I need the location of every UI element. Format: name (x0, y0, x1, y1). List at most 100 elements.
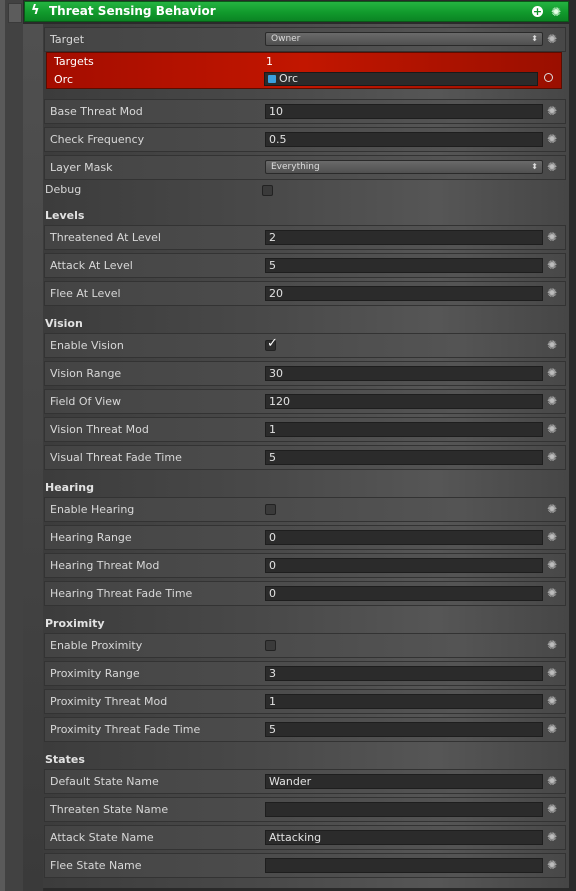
flee-state-label: Flee State Name (50, 859, 142, 872)
gear-icon[interactable]: ✺ (547, 394, 557, 408)
layer-mask-dropdown[interactable]: Everything ⬍ (265, 160, 543, 174)
gear-icon[interactable]: ✺ (547, 104, 557, 118)
field-of-view-row: Field Of View 120 ✺ (44, 389, 566, 414)
layer-mask-value: Everything (271, 162, 320, 172)
threatened-field[interactable]: 2 (265, 230, 543, 245)
gear-icon[interactable]: ✺ (547, 802, 557, 816)
gear-icon[interactable]: ✺ (547, 230, 557, 244)
gear-icon[interactable]: ✺ (547, 558, 557, 572)
threaten-state-label: Threaten State Name (50, 803, 169, 816)
flee-level-row: Flee At Level 20 ✺ (44, 281, 566, 306)
hearing-fade-label: Hearing Threat Fade Time (50, 587, 193, 600)
proximity-fade-label: Proximity Threat Fade Time (50, 723, 201, 736)
gear-icon[interactable]: ✺ (547, 586, 557, 600)
vision-threat-mod-row: Vision Threat Mod 1 ✺ (44, 417, 566, 442)
hearing-fade-row: Hearing Threat Fade Time 0 ✺ (44, 581, 566, 606)
drag-handle[interactable] (8, 3, 22, 23)
base-threat-mod-field[interactable]: 10 (265, 104, 543, 119)
gear-icon[interactable]: ✺ (547, 638, 557, 652)
vision-threat-mod-field[interactable]: 1 (265, 422, 543, 437)
proximity-range-label: Proximity Range (50, 667, 140, 680)
enable-vision-row: Enable Vision ✓ ✺ (44, 333, 566, 358)
visual-fade-row: Visual Threat Fade Time 5 ✺ (44, 445, 566, 470)
gear-icon[interactable]: ✺ (547, 694, 557, 708)
layer-mask-label: Layer Mask (50, 161, 113, 174)
gear-icon[interactable]: ✺ (547, 338, 557, 352)
gear-icon[interactable]: ✺ (547, 722, 557, 736)
enable-proximity-checkbox[interactable] (265, 640, 276, 651)
levels-header: Levels (45, 209, 85, 222)
target-row: Target Owner ⬍ ✺ (44, 27, 566, 52)
target-label: Target (50, 33, 85, 46)
hearing-threat-mod-field[interactable]: 0 (265, 558, 543, 573)
gear-icon[interactable]: ✺ (547, 450, 557, 464)
enable-vision-checkbox[interactable]: ✓ (265, 336, 278, 351)
vision-range-label: Vision Range (50, 367, 122, 380)
default-state-field[interactable]: Wander (265, 774, 543, 789)
lightning-icon: ϟ (31, 3, 40, 18)
proximity-threat-mod-label: Proximity Threat Mod (50, 695, 168, 708)
orc-object-field[interactable]: Orc (264, 72, 538, 86)
flee-level-field[interactable]: 20 (265, 286, 543, 301)
gear-icon[interactable]: ✺ (547, 132, 557, 146)
base-threat-mod-label: Base Threat Mod (50, 105, 143, 118)
check-frequency-label: Check Frequency (50, 133, 145, 146)
target-dropdown[interactable]: Owner ⬍ (265, 32, 543, 46)
hearing-threat-mod-label: Hearing Threat Mod (50, 559, 160, 572)
check-frequency-field[interactable]: 0.5 (265, 132, 543, 147)
field-of-view-label: Field Of View (50, 395, 122, 408)
gear-icon[interactable]: ✺ (547, 32, 557, 46)
orc-label: Orc (54, 73, 73, 86)
field-of-view-field[interactable]: 120 (265, 394, 543, 409)
enable-vision-label: Enable Vision (50, 339, 124, 352)
hearing-fade-field[interactable]: 0 (265, 586, 543, 601)
attack-level-field[interactable]: 5 (265, 258, 543, 273)
gameobject-icon (268, 75, 276, 83)
flee-state-field[interactable] (265, 858, 543, 873)
targets-count[interactable]: 1 (266, 55, 273, 68)
proximity-fade-row: Proximity Threat Fade Time 5 ✺ (44, 717, 566, 742)
proximity-range-field[interactable]: 3 (265, 666, 543, 681)
enable-proximity-row: Enable Proximity ✺ (44, 633, 566, 658)
gear-icon[interactable]: ✺ (547, 502, 557, 516)
threaten-state-field[interactable] (265, 802, 543, 817)
gear-icon[interactable]: ✺ (547, 774, 557, 788)
proximity-fade-field[interactable]: 5 (265, 722, 543, 737)
gear-icon[interactable]: ✺ (547, 258, 557, 272)
proximity-threat-mod-field[interactable]: 1 (265, 694, 543, 709)
vision-header: Vision (45, 317, 83, 330)
vision-threat-mod-label: Vision Threat Mod (50, 423, 149, 436)
gear-icon[interactable]: ✺ (547, 366, 557, 380)
vision-range-field[interactable]: 30 (265, 366, 543, 381)
gear-icon[interactable]: ✺ (551, 5, 561, 19)
gear-icon[interactable]: ✺ (547, 422, 557, 436)
gear-icon[interactable]: ✺ (547, 160, 557, 174)
attack-state-label: Attack State Name (50, 831, 154, 844)
default-state-label: Default State Name (50, 775, 159, 788)
component-header[interactable]: ϟ Threat Sensing Behavior + ✺ (24, 1, 569, 22)
default-state-row: Default State Name Wander ✺ (44, 769, 566, 794)
hearing-range-label: Hearing Range (50, 531, 132, 544)
gear-icon[interactable]: ✺ (547, 530, 557, 544)
gear-icon[interactable]: ✺ (547, 286, 557, 300)
updown-arrow-icon: ⬍ (531, 162, 538, 171)
gear-icon[interactable]: ✺ (547, 858, 557, 872)
hearing-range-field[interactable]: 0 (265, 530, 543, 545)
debug-checkbox[interactable] (262, 185, 273, 196)
attack-level-row: Attack At Level 5 ✺ (44, 253, 566, 278)
hearing-threat-mod-row: Hearing Threat Mod 0 ✺ (44, 553, 566, 578)
updown-arrow-icon: ⬍ (531, 34, 538, 43)
target-value: Owner (271, 34, 301, 44)
enable-hearing-label: Enable Hearing (50, 503, 135, 516)
add-circle-icon[interactable]: + (532, 6, 543, 17)
hearing-range-row: Hearing Range 0 ✺ (44, 525, 566, 550)
visual-fade-field[interactable]: 5 (265, 450, 543, 465)
check-frequency-row: Check Frequency 0.5 ✺ (44, 127, 566, 152)
object-picker-icon[interactable] (544, 73, 553, 82)
enable-hearing-checkbox[interactable] (265, 504, 276, 515)
attack-state-field[interactable]: Attacking (265, 830, 543, 845)
gear-icon[interactable]: ✺ (547, 830, 557, 844)
enable-hearing-row: Enable Hearing ✺ (44, 497, 566, 522)
gear-icon[interactable]: ✺ (547, 666, 557, 680)
threatened-label: Threatened At Level (50, 231, 161, 244)
